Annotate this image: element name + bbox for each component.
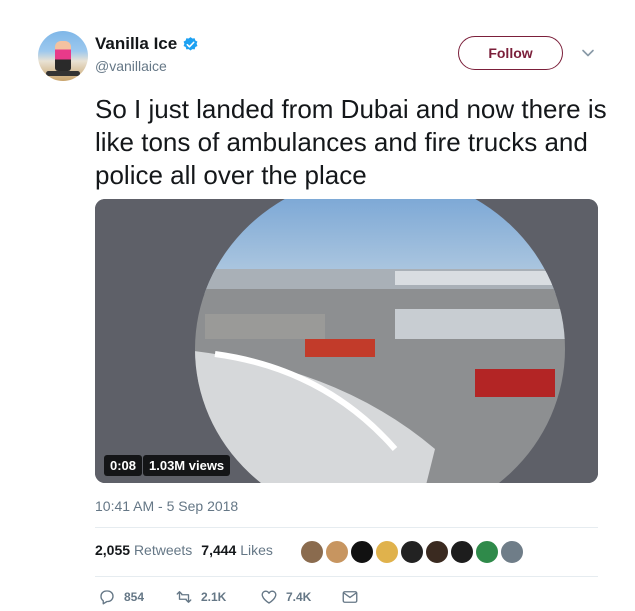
liker-avatar[interactable] (300, 540, 324, 564)
verified-badge-icon (183, 36, 198, 51)
liker-avatar[interactable] (475, 540, 499, 564)
liker-avatar[interactable] (375, 540, 399, 564)
video-player[interactable] (95, 199, 598, 483)
reply-button[interactable]: 854 (98, 588, 175, 606)
divider (95, 527, 598, 528)
retweet-count: 2.1K (201, 590, 227, 604)
retweet-icon (176, 591, 192, 603)
liker-avatar[interactable] (400, 540, 424, 564)
video-frame (95, 199, 598, 483)
author-name-row[interactable]: Vanilla Ice (95, 34, 199, 54)
retweet-button[interactable]: 2.1K (175, 588, 260, 606)
video-views: 1.03M views (143, 455, 231, 476)
handle[interactable]: @vanillaice (95, 58, 167, 74)
liker-avatar[interactable] (500, 540, 524, 564)
like-count: 7.4K (286, 590, 312, 604)
envelope-icon (342, 591, 358, 603)
tweet-timestamp[interactable]: 10:41 AM - 5 Sep 2018 (95, 498, 238, 514)
tweet-text: So I just landed from Dubai and now ther… (95, 94, 607, 190)
direct-message-button[interactable] (341, 588, 359, 606)
reply-icon (100, 590, 114, 605)
avatar-figure (55, 41, 71, 71)
tweet-stats: 2,055 Retweets 7,444 Likes (95, 542, 273, 558)
tweet-actions: 854 2.1K 7.4K (98, 588, 359, 606)
video-duration: 0:08 (104, 455, 143, 476)
heart-icon (261, 590, 277, 604)
avatar[interactable] (38, 31, 88, 81)
like-button[interactable]: 7.4K (260, 588, 341, 606)
liker-avatar[interactable] (425, 540, 449, 564)
reply-count: 854 (124, 590, 145, 604)
display-name[interactable]: Vanilla Ice (95, 34, 177, 54)
liker-avatar[interactable] (325, 540, 349, 564)
avatar-skateboard (46, 71, 80, 76)
follow-button[interactable]: Follow (458, 36, 563, 70)
liker-avatars[interactable] (300, 540, 524, 564)
divider (95, 576, 598, 577)
retweets-stat[interactable]: 2,055 Retweets (95, 542, 192, 558)
liker-avatar[interactable] (350, 540, 374, 564)
liker-avatar[interactable] (450, 540, 474, 564)
likes-stat[interactable]: 7,444 Likes (201, 542, 273, 558)
chevron-down-icon[interactable] (580, 45, 596, 61)
